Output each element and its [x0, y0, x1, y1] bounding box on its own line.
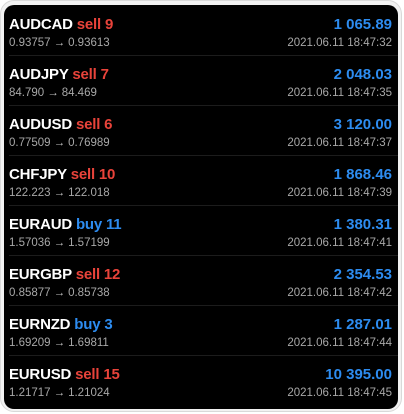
close-price: 0.93613 — [68, 37, 110, 49]
close-price: 1.57199 — [68, 237, 110, 249]
position-volume: 6 — [104, 116, 113, 133]
arrow-right-icon: → — [53, 237, 66, 249]
open-price: 0.77509 — [9, 137, 51, 149]
position-row[interactable]: EURAUD buy 11 1 380.31 1.57036 → 1.57199 2… — [4, 205, 398, 256]
position-time: 2021.06.11 18:47:45 — [287, 387, 392, 399]
close-price: 0.85738 — [68, 287, 110, 299]
position-symbol: AUDUSD — [9, 116, 72, 133]
position-volume: 3 — [104, 316, 113, 333]
position-volume: 9 — [104, 16, 114, 33]
position-row[interactable]: EURNZD buy 3 1 287.01 1.69209 → 1.69811 20… — [4, 305, 398, 356]
open-price: 0.93757 — [9, 37, 51, 49]
arrow-right-icon: → — [53, 137, 66, 149]
open-price: 1.21717 — [9, 387, 51, 399]
position-prices: 122.223 → 122.018 — [9, 187, 110, 199]
position-row[interactable]: CHFJPY sell 10 1 868.46 122.223 → 122.018 … — [4, 155, 398, 206]
open-price: 1.57036 — [9, 237, 51, 249]
position-title: AUDUSD sell 6 — [9, 116, 113, 133]
arrow-right-icon: → — [47, 87, 59, 99]
open-price: 84.790 — [9, 87, 45, 99]
position-profit: 10 395.00 — [325, 366, 392, 383]
position-time: 2021.06.11 18:47:32 — [287, 37, 392, 49]
position-symbol: EURGBP — [9, 266, 72, 283]
position-title: EURNZD buy 3 — [9, 316, 113, 333]
position-symbol: EURNZD — [9, 316, 71, 333]
close-price: 122.018 — [68, 187, 110, 199]
position-action: sell — [70, 166, 95, 183]
position-title: AUDJPY sell 7 — [9, 66, 109, 83]
positions-screen: AUDCAD sell 9 1 065.89 0.93757 → 0.93613 2… — [4, 5, 398, 409]
position-action: sell — [76, 16, 101, 33]
position-title: EURUSD sell 15 — [9, 366, 120, 383]
close-price: 84.469 — [61, 87, 97, 99]
position-profit: 3 120.00 — [333, 116, 392, 133]
position-title: CHFJPY sell 10 — [9, 166, 115, 183]
position-row[interactable]: AUDCAD sell 9 1 065.89 0.93757 → 0.93613 2… — [4, 5, 398, 56]
position-prices: 1.57036 → 1.57199 — [9, 237, 110, 249]
position-title: EURGBP sell 12 — [9, 266, 120, 283]
position-volume: 10 — [98, 166, 116, 183]
position-prices: 0.77509 → 0.76989 — [9, 137, 110, 149]
position-row[interactable]: AUDUSD sell 6 3 120.00 0.77509 → 0.76989 2… — [4, 105, 398, 156]
position-action: sell — [75, 366, 100, 383]
position-profit: 1 065.89 — [333, 16, 392, 33]
position-symbol: AUDJPY — [9, 66, 69, 83]
position-prices: 0.93757 → 0.93613 — [9, 37, 110, 49]
position-time: 2021.06.11 18:47:37 — [287, 137, 392, 149]
position-symbol: EURUSD — [9, 366, 72, 383]
arrow-right-icon: → — [53, 337, 66, 349]
arrow-right-icon: → — [53, 287, 66, 299]
position-profit: 2 048.03 — [333, 66, 392, 83]
position-volume: 12 — [103, 266, 121, 283]
open-price: 122.223 — [9, 187, 51, 199]
position-time: 2021.06.11 18:47:42 — [287, 287, 392, 299]
position-time: 2021.06.11 18:47:41 — [287, 237, 392, 249]
close-price: 1.69811 — [68, 337, 109, 349]
device-frame: AUDCAD sell 9 1 065.89 0.93757 → 0.93613 2… — [0, 0, 402, 412]
position-action: sell — [72, 66, 97, 83]
position-profit: 1 868.46 — [333, 166, 392, 183]
position-action: buy — [74, 316, 101, 333]
position-volume: 15 — [103, 366, 120, 383]
position-prices: 1.69209 → 1.69811 — [9, 337, 109, 349]
position-prices: 1.21717 → 1.21024 — [9, 387, 110, 399]
open-price: 0.85877 — [9, 287, 51, 299]
position-time: 2021.06.11 18:47:39 — [287, 187, 392, 199]
position-row[interactable]: EURGBP sell 12 2 354.53 0.85877 → 0.85738 … — [4, 255, 398, 306]
position-title: EURAUD buy 11 — [9, 216, 122, 233]
position-prices: 0.85877 → 0.85738 — [9, 287, 110, 299]
position-symbol: CHFJPY — [9, 166, 67, 183]
arrow-right-icon: → — [53, 387, 66, 399]
position-time: 2021.06.11 18:47:35 — [287, 87, 392, 99]
position-volume: 11 — [105, 216, 122, 233]
close-price: 0.76989 — [68, 137, 110, 149]
position-volume: 7 — [100, 66, 109, 83]
position-time: 2021.06.11 18:47:44 — [287, 337, 392, 349]
position-symbol: AUDCAD — [9, 16, 73, 33]
close-price: 1.21024 — [68, 387, 110, 399]
position-action: buy — [75, 216, 103, 233]
position-profit: 2 354.53 — [333, 266, 392, 283]
position-title: AUDCAD sell 9 — [9, 16, 113, 33]
position-row[interactable]: EURUSD sell 15 10 395.00 1.21717 → 1.21024… — [4, 355, 398, 405]
arrow-right-icon: → — [53, 37, 66, 49]
position-profit: 1 380.31 — [333, 216, 392, 233]
position-prices: 84.790 → 84.469 — [9, 87, 97, 99]
position-profit: 1 287.01 — [333, 316, 392, 333]
position-action: sell — [75, 266, 100, 283]
open-price: 1.69209 — [9, 337, 51, 349]
arrow-right-icon: → — [53, 187, 66, 199]
position-action: sell — [75, 116, 101, 133]
position-symbol: EURAUD — [9, 216, 72, 233]
position-row[interactable]: AUDJPY sell 7 2 048.03 84.790 → 84.469 202… — [4, 55, 398, 106]
